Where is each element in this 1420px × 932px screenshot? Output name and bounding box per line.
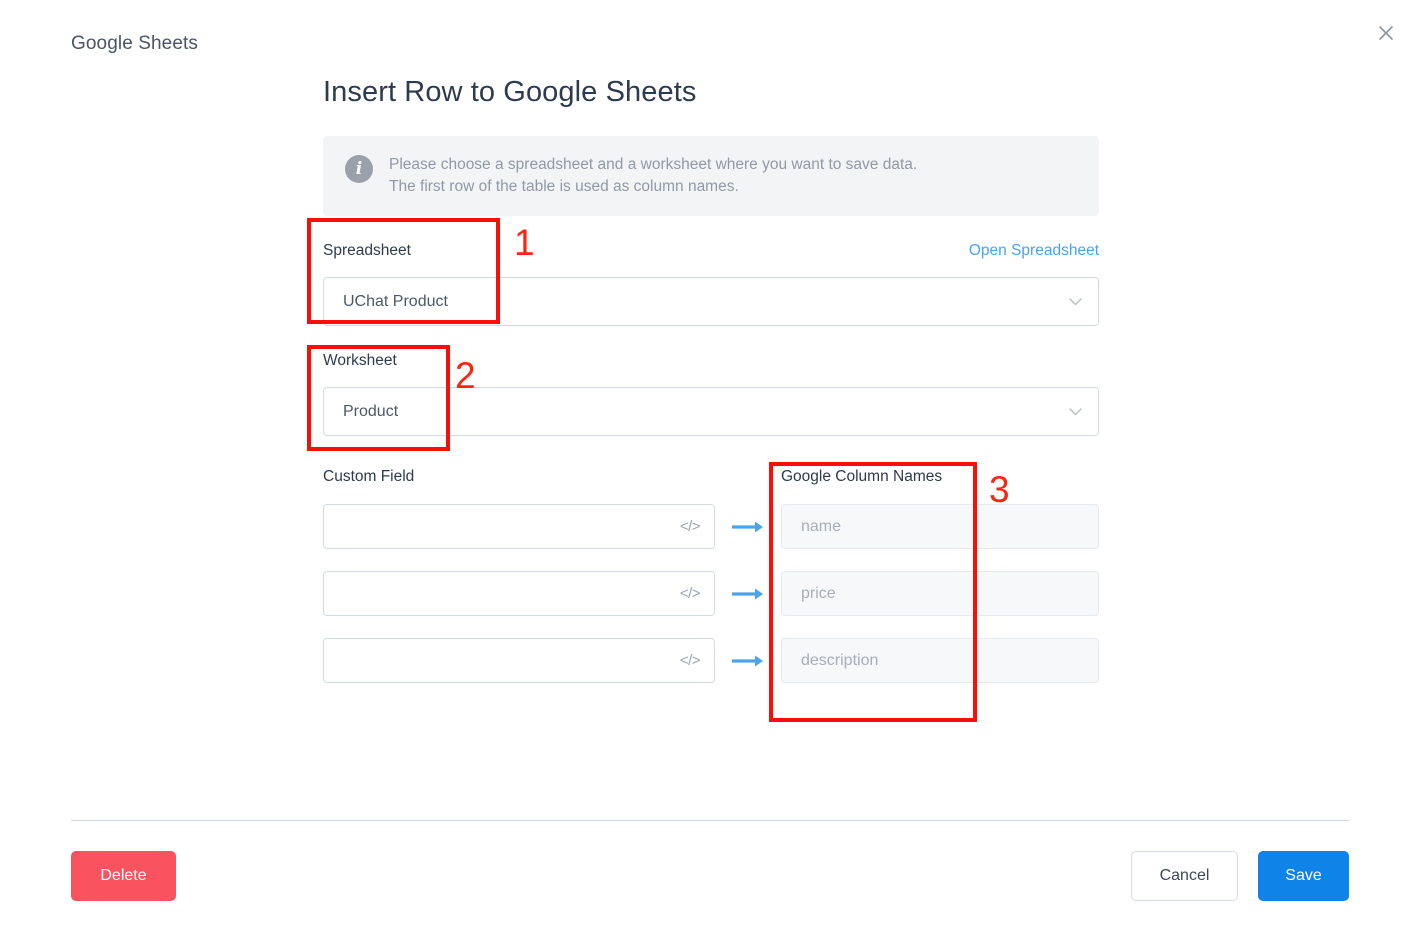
worksheet-label: Worksheet xyxy=(323,352,397,369)
footer-divider xyxy=(71,820,1349,821)
footer-actions: Delete Cancel Save xyxy=(71,850,1349,902)
custom-field-input[interactable]: </> xyxy=(323,571,715,616)
info-banner-line-1: Please choose a spreadsheet and a worksh… xyxy=(389,156,918,173)
delete-button[interactable]: Delete xyxy=(71,851,176,901)
google-column-name-field: description xyxy=(781,638,1099,683)
code-icon[interactable]: </> xyxy=(680,585,701,602)
worksheet-select[interactable]: Product xyxy=(323,387,1099,436)
code-icon[interactable]: </> xyxy=(680,518,701,535)
chevron-down-icon xyxy=(1068,295,1082,309)
save-button[interactable]: Save xyxy=(1258,851,1349,901)
info-icon: i xyxy=(345,155,373,183)
worksheet-selected-value: Product xyxy=(343,402,399,420)
arrow-right-icon xyxy=(715,520,781,534)
spreadsheet-label-row: Spreadsheet Open Spreadsheet xyxy=(323,242,1099,268)
info-banner-line-2: The first row of the table is used as co… xyxy=(389,178,739,195)
code-icon[interactable]: </> xyxy=(680,652,701,669)
google-column-names-header: Google Column Names xyxy=(781,468,943,485)
page-title: Insert Row to Google Sheets xyxy=(323,76,697,108)
info-banner: i Please choose a spreadsheet and a work… xyxy=(323,136,1099,216)
worksheet-label-row: Worksheet xyxy=(323,352,1099,378)
custom-field-header: Custom Field xyxy=(323,468,415,485)
mapping-row: </> price xyxy=(323,571,1099,616)
window-title: Google Sheets xyxy=(71,33,198,54)
info-banner-text: Please choose a spreadsheet and a worksh… xyxy=(389,154,917,198)
open-spreadsheet-link[interactable]: Open Spreadsheet xyxy=(969,242,1099,260)
arrow-right-icon xyxy=(715,654,781,668)
close-icon[interactable] xyxy=(1374,21,1398,45)
chevron-down-icon xyxy=(1068,405,1082,419)
mapping-row: </> description xyxy=(323,638,1099,683)
footer-right-actions: Cancel Save xyxy=(1131,851,1349,901)
google-column-name-field: price xyxy=(781,571,1099,616)
arrow-right-icon xyxy=(715,587,781,601)
spreadsheet-select[interactable]: UChat Product xyxy=(323,277,1099,326)
spreadsheet-selected-value: UChat Product xyxy=(343,292,448,310)
mapping-row: </> name xyxy=(323,504,1099,549)
custom-field-input[interactable]: </> xyxy=(323,504,715,549)
spreadsheet-label: Spreadsheet xyxy=(323,242,411,259)
mapping-header-row: Custom Field Google Column Names xyxy=(323,468,1099,494)
worksheet-field: Worksheet Product xyxy=(323,352,1099,436)
cancel-button[interactable]: Cancel xyxy=(1131,851,1238,901)
google-column-name-field: name xyxy=(781,504,1099,549)
spreadsheet-field: Spreadsheet Open Spreadsheet UChat Produ… xyxy=(323,242,1099,326)
dialog-content: Insert Row to Google Sheets i Please cho… xyxy=(323,0,1099,683)
custom-field-input[interactable]: </> xyxy=(323,638,715,683)
